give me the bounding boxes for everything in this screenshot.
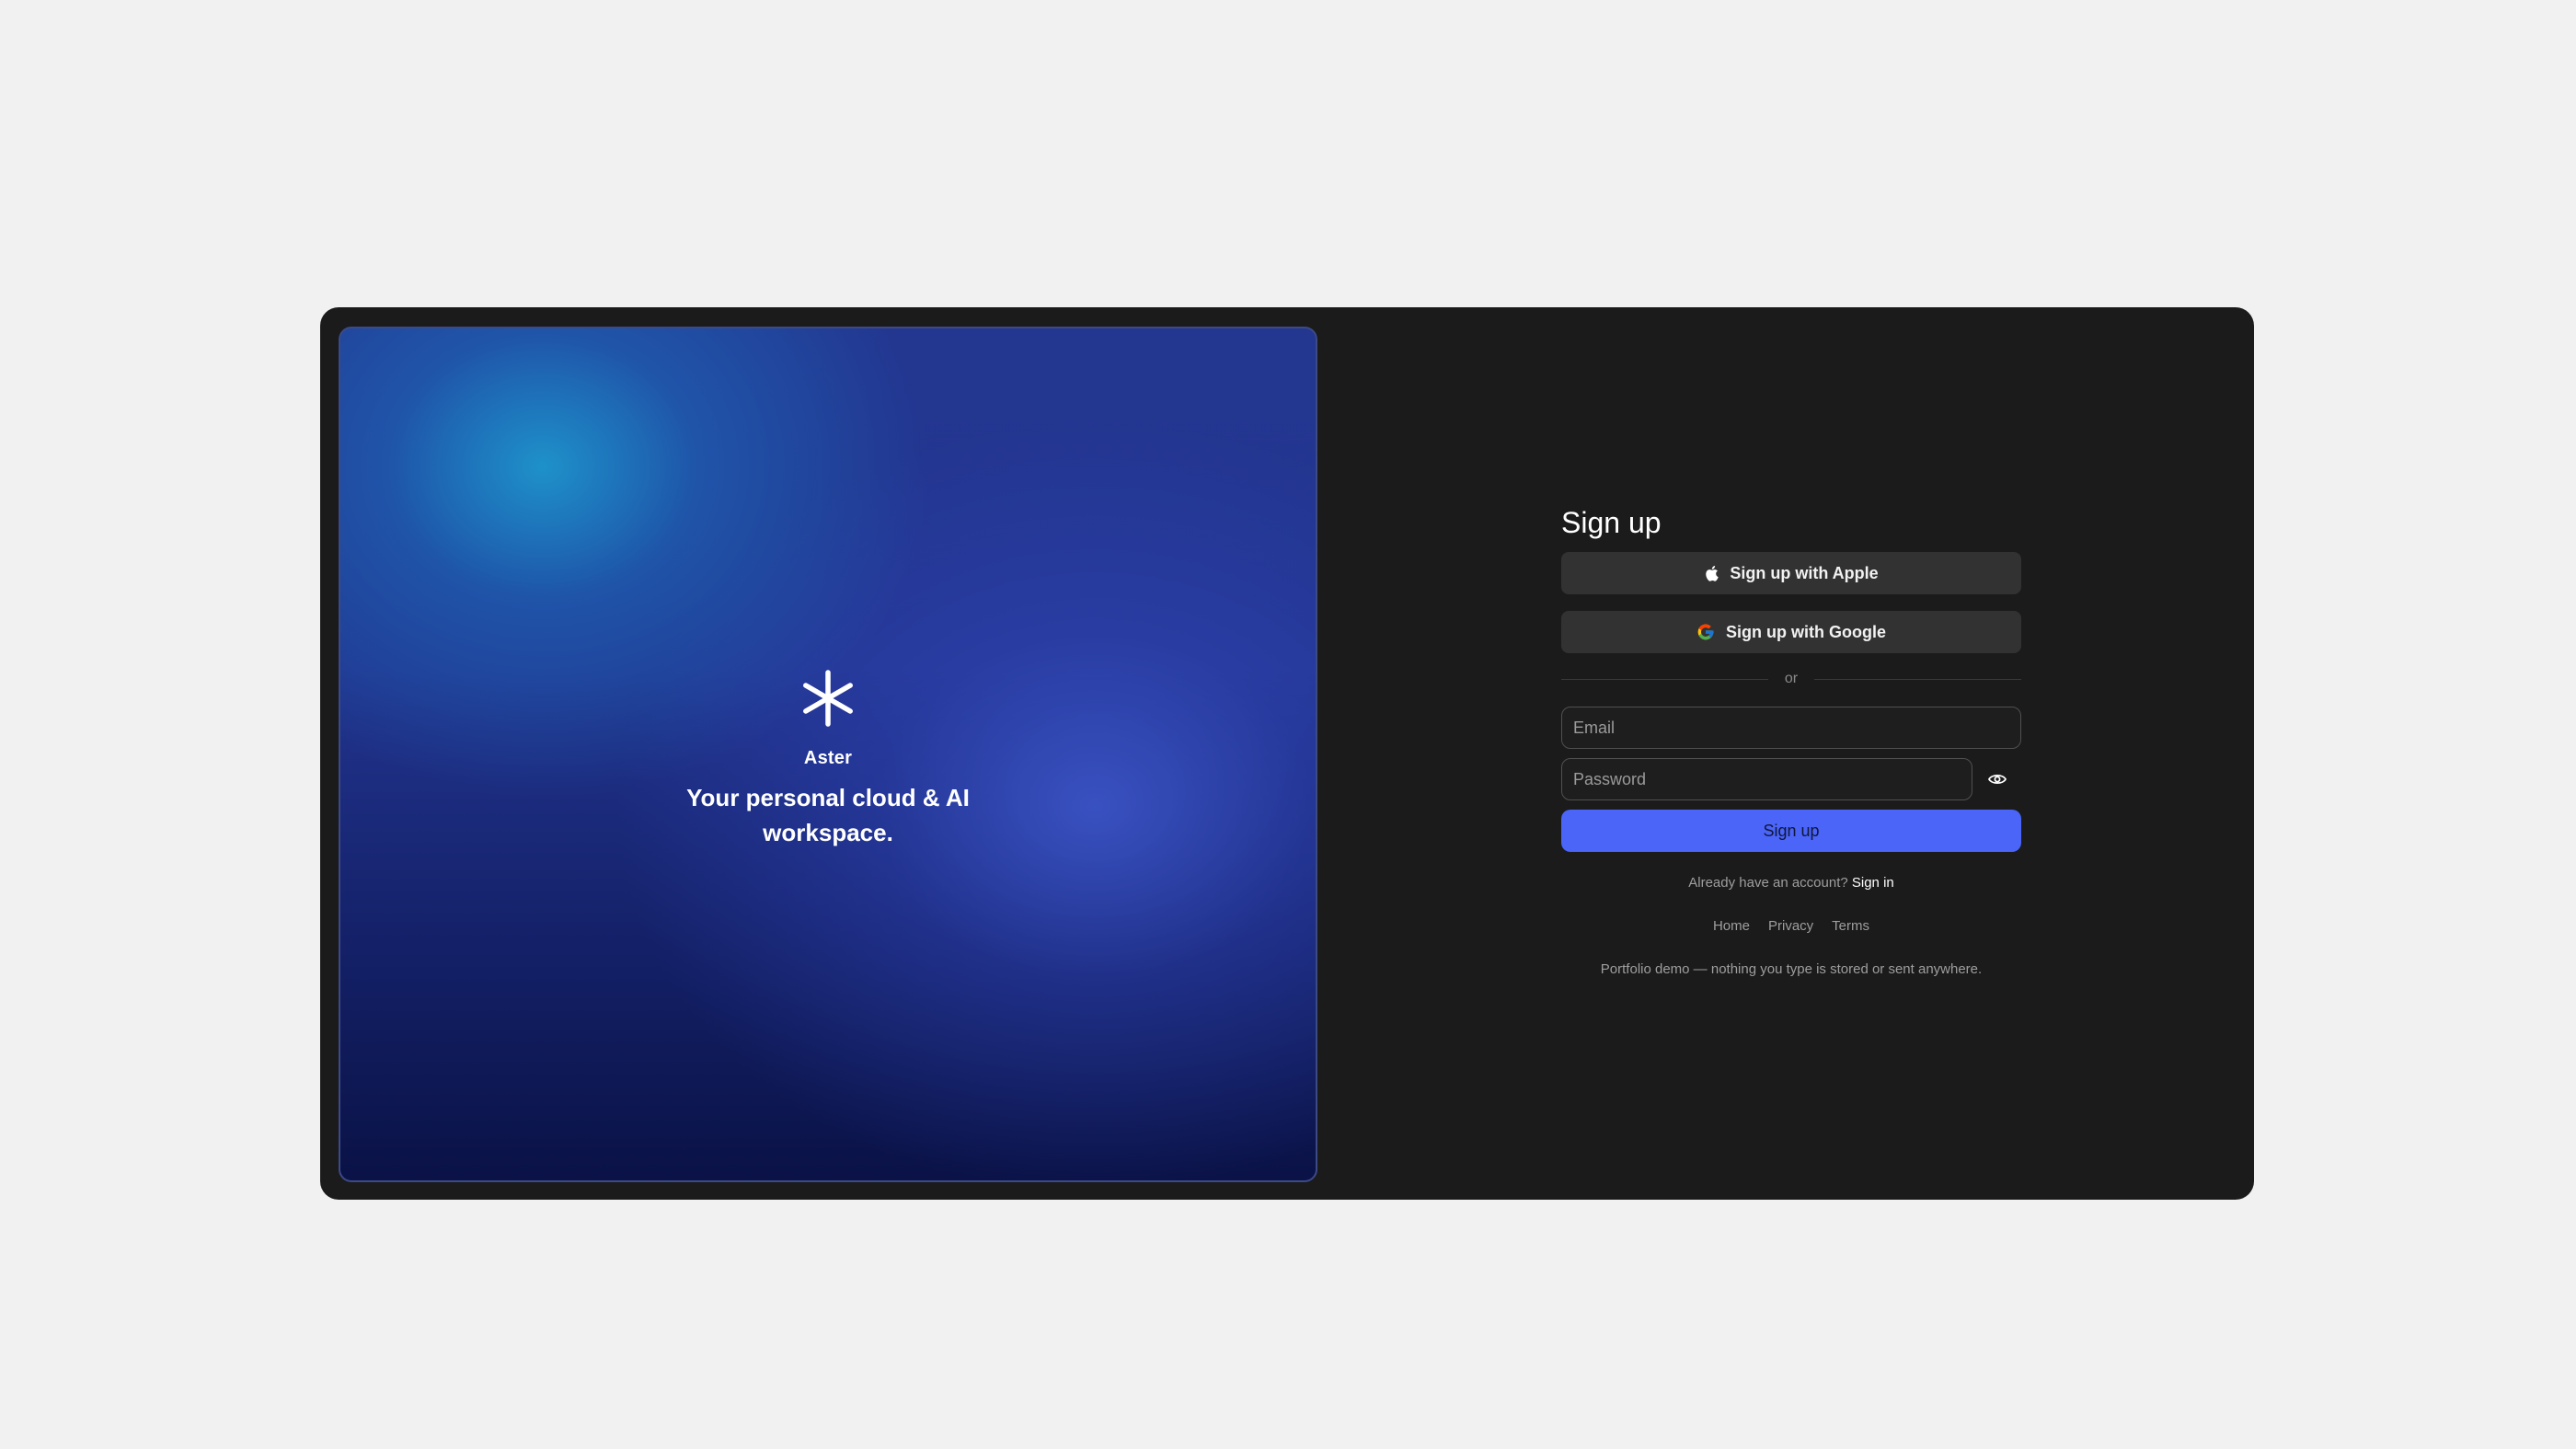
divider-line-right [1814,678,2022,680]
divider-line-left [1561,678,1768,680]
account-prompt-text: Already have an account? [1688,875,1848,891]
page-title: Sign up [1561,506,1662,539]
apple-signup-button[interactable]: Sign up with Apple [1561,552,2021,594]
account-prompt: Already have an account? Sign in [1561,874,2021,892]
signup-form: Sign up Sign up with Apple Sign up with … [1561,504,2022,979]
eye-icon [1987,774,2007,785]
sign-in-link[interactable]: Sign in [1852,875,1894,891]
password-input[interactable] [1561,758,1972,800]
footer-link-terms[interactable]: Terms [1832,917,1869,936]
signup-submit-button[interactable]: Sign up [1561,810,2021,852]
footer-links: Home Privacy Terms [1561,917,2021,936]
signup-card: Aster Your personal cloud & AI workspace… [320,307,2254,1200]
divider-text: or [1784,671,1799,686]
google-signup-label: Sign up with Google [1726,622,1886,641]
or-divider: or [1561,670,2022,688]
disclaimer: Portfolio demo — nothing you type is sto… [1600,961,1983,977]
apple-icon [1706,566,1719,581]
asterisk-icon [803,670,853,727]
google-signup-button[interactable]: Sign up with Google [1561,611,2021,653]
hero-tagline: Your personal cloud & AI workspace. [686,784,970,846]
hero-content: Aster Your personal cloud & AI workspace… [340,669,1316,850]
google-icon [1697,624,1714,640]
footer-link-privacy[interactable]: Privacy [1768,917,1813,936]
brand-name: Aster [803,748,853,768]
apple-signup-label: Sign up with Apple [1730,563,1879,582]
email-input[interactable] [1561,707,2021,749]
password-row [1561,758,2021,800]
hero-panel: Aster Your personal cloud & AI workspace… [339,327,1317,1182]
footer-link-home[interactable]: Home [1713,917,1750,936]
show-password-button[interactable] [1972,758,2021,800]
